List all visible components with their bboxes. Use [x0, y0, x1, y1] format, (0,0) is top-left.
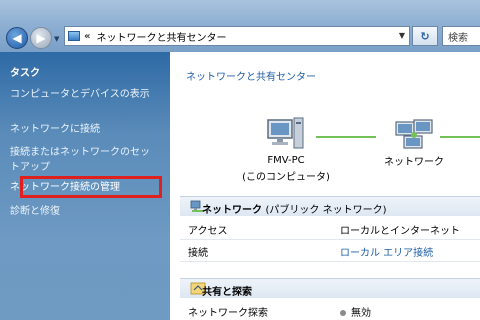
network-discovery-value: 無効: [351, 308, 371, 319]
address-dropdown-icon[interactable]: ▼: [399, 31, 405, 40]
sidebar-item-connect-network[interactable]: ネットワークに接続: [10, 122, 158, 137]
detail-row: ネットワーク探索 無効: [180, 300, 480, 320]
arrow-left-icon: ◀: [12, 31, 22, 45]
status-off-icon: [340, 310, 346, 316]
computer-subtitle: (このコンピュータ): [242, 172, 330, 183]
sidebar-heading: タスク: [10, 68, 40, 79]
forward-button[interactable]: ▶: [30, 27, 52, 49]
detail-row: 接続 ローカル エリア接続: [180, 240, 480, 262]
page-title: ネットワークと共有センター: [186, 72, 316, 83]
recent-pages-dropdown[interactable]: ▼: [54, 35, 62, 43]
connection-label: 接続: [188, 248, 208, 259]
network-section-header: ネットワーク (パブリック ネットワーク): [180, 196, 480, 216]
access-label: アクセス: [188, 226, 228, 237]
network-section-subtitle: (パブリック ネットワーク): [265, 205, 387, 216]
network-center-icon: [68, 31, 80, 41]
address-bar-area: ◀ ▶ ▼ « ネットワークと共有センター ▼ ↻ 検索: [0, 0, 480, 52]
network-icon[interactable]: [392, 118, 436, 152]
internet-connection-line: [440, 136, 480, 138]
main-content: ネットワークと共有センター FMV-PC (このコンピュータ) ネットワーク ネ…: [170, 52, 480, 320]
sidebar-item-diagnose-repair[interactable]: 診断と修復: [10, 204, 158, 219]
network-label: ネットワーク: [384, 157, 444, 168]
network-discovery-label: ネットワーク探索: [188, 308, 268, 319]
breadcrumb-network-center[interactable]: ネットワークと共有センター: [96, 29, 226, 44]
search-input[interactable]: 検索: [442, 26, 480, 46]
computer-name: FMV-PC: [267, 155, 305, 166]
sidebar-item-setup-connection[interactable]: 接続またはネットワークのセットアップ: [10, 145, 158, 175]
network-section-title: ネットワーク: [202, 205, 262, 216]
address-field[interactable]: « ネットワークと共有センター ▼: [64, 26, 410, 46]
sharing-section-header: 共有と探索: [180, 278, 480, 298]
refresh-button[interactable]: ↻: [412, 26, 438, 46]
sharing-section-title: 共有と探索: [202, 287, 252, 298]
detail-row: アクセス ローカルとインターネット: [180, 218, 480, 240]
refresh-icon: ↻: [420, 29, 430, 43]
connection-value[interactable]: ローカル エリア接続: [340, 244, 433, 259]
sidebar-item-view-computers[interactable]: コンピュータとデバイスの表示: [10, 87, 158, 102]
computer-icon[interactable]: [266, 116, 306, 152]
highlight-box: [20, 176, 162, 198]
breadcrumb-overflow-icon[interactable]: «: [84, 31, 90, 42]
connection-line: [316, 136, 376, 138]
arrow-right-icon: ▶: [36, 31, 46, 45]
access-value: ローカルとインターネット: [340, 226, 460, 237]
back-button[interactable]: ◀: [6, 27, 28, 49]
